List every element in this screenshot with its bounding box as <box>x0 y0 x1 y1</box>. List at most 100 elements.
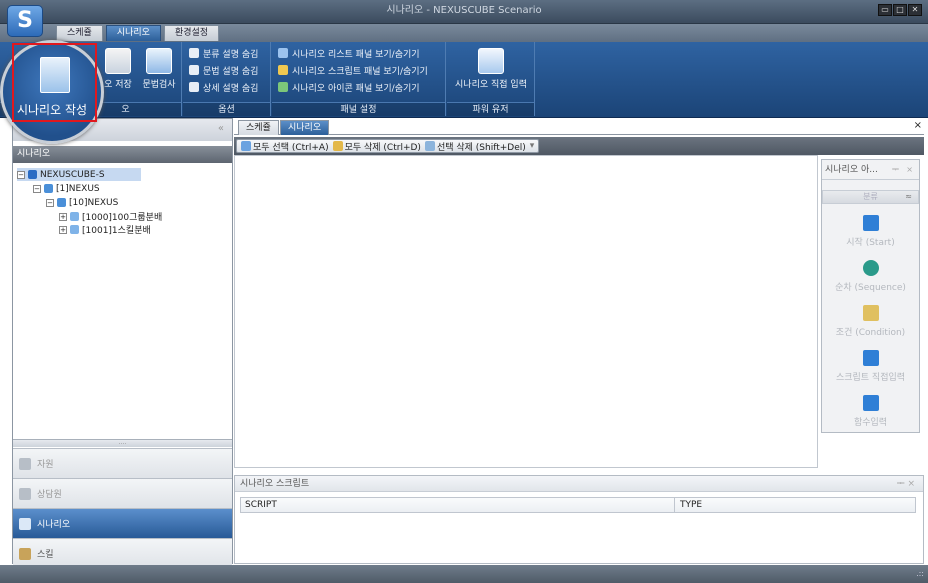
hide-detail-desc-option[interactable]: 상세 설명 숨김 <box>189 80 258 94</box>
toggle-script-panel-button[interactable]: 시나리오 스크립트 패널 보기/숨기기 <box>278 63 428 77</box>
nav-skills[interactable]: 스킬 <box>13 538 232 568</box>
script-panel-title-text: 시나리오 스크립트 <box>240 479 310 489</box>
save-icon <box>105 48 131 74</box>
select-all-button[interactable]: 모두 선택 (Ctrl+A) <box>241 140 329 153</box>
delete-selected-label: 선택 삭제 (Shift+Del) <box>436 142 526 153</box>
script-input-icon <box>862 350 879 366</box>
nav-label: 자원 <box>37 460 54 470</box>
palette-item-label: 순차 (Sequence) <box>835 283 906 293</box>
direct-input-button[interactable]: 시나리오 직접 입력 <box>449 48 533 90</box>
delete-selected-button[interactable]: 선택 삭제 (Shift+Del) <box>424 140 526 153</box>
script-panel-controls[interactable]: ᆍ × <box>896 476 915 492</box>
tree-node-skill-dist[interactable]: + [1001]1스킬분배 <box>59 223 151 236</box>
maximize-button[interactable]: □ <box>893 4 907 16</box>
scenario-script-panel: 시나리오 스크립트 ᆍ × SCRIPT TYPE <box>234 475 924 564</box>
nav-agents[interactable]: 상담원 <box>13 478 232 508</box>
save-scenario-button[interactable]: 오 저장 <box>98 48 138 90</box>
close-button[interactable]: ✕ <box>908 4 922 16</box>
syntax-check-label: 문법검사 <box>142 80 176 90</box>
palette-item-start[interactable]: 시작 (Start) <box>822 215 919 248</box>
tree-node-group-dist[interactable]: + [1000]100그룹분배 <box>59 210 162 223</box>
option-label: 상세 설명 숨김 <box>203 83 259 94</box>
tree-toggle[interactable]: − <box>33 184 41 193</box>
delete-all-label: 모두 삭제 (Ctrl+D) <box>344 142 421 153</box>
collapse-icon[interactable]: ≈ <box>905 191 912 203</box>
palette-item-function-input[interactable]: 함수입력 <box>822 395 919 428</box>
option-label: 문법 설명 숨김 <box>203 66 259 77</box>
panel-splitter[interactable]: .... <box>13 439 232 447</box>
tree-toggle[interactable]: − <box>46 198 54 207</box>
palette-item-script-input[interactable]: 스크립트 직접입력 <box>822 350 919 383</box>
delete-all-button[interactable]: 모두 삭제 (Ctrl+D) <box>332 140 421 153</box>
tree-node-nexus[interactable]: − [1]NEXUS <box>33 182 100 195</box>
left-panel-title: 시나리오 <box>13 146 232 163</box>
hide-category-desc-option[interactable]: 분류 설명 숨김 <box>189 46 258 60</box>
condition-icon <box>862 305 879 321</box>
folder-icon <box>44 184 53 193</box>
syntax-check-button[interactable]: 문법검사 <box>138 48 180 90</box>
scenario-canvas[interactable] <box>234 155 818 468</box>
tree-node-nexus-10[interactable]: − [10]NEXUS <box>46 196 118 209</box>
close-document-button[interactable]: × <box>914 120 922 131</box>
menu-tabs: 스케쥴 시나리오 환경설정 <box>56 25 220 41</box>
direct-input-icon <box>478 48 504 74</box>
tab-scenario[interactable]: 시나리오 <box>105 25 161 41</box>
scenario-list-panel: « 시나리오 − NEXUSCUBE-S − [1]NEXUS − [10]NE… <box>12 118 233 568</box>
palette-item-sequence[interactable]: 순차 (Sequence) <box>822 260 919 293</box>
scenario-icon <box>19 517 31 530</box>
list-panel-icon <box>278 48 288 58</box>
window-controls: ▭ □ ✕ <box>878 4 922 18</box>
tab-settings[interactable]: 환경설정 <box>163 25 220 41</box>
option-label: 분류 설명 숨김 <box>203 49 259 60</box>
toggle-icon-panel-button[interactable]: 시나리오 아이콘 패널 보기/숨기기 <box>278 80 420 94</box>
status-bar: .:: <box>0 565 928 583</box>
option-icon <box>189 48 199 58</box>
close-palette-button[interactable]: × <box>906 160 913 180</box>
collapse-panel-button[interactable]: « <box>218 123 224 134</box>
palette-item-label: 조건 (Condition) <box>835 328 906 338</box>
scenario-icon-palette: 시나리오 아... ᆍ × 분류 ≈ 시작 (Start) 순차 (Sequen… <box>821 159 920 433</box>
palette-item-label: 스크립트 직접입력 <box>835 373 906 383</box>
scenario-file-icon <box>70 225 79 234</box>
column-header-type[interactable]: TYPE <box>676 498 702 512</box>
ribbon-group-options-label: 옵션 <box>183 102 270 116</box>
select-all-icon <box>241 141 251 151</box>
option-icon <box>189 82 199 92</box>
palette-title: 시나리오 아... <box>825 165 878 175</box>
hide-syntax-desc-option[interactable]: 문법 설명 숨김 <box>189 63 258 77</box>
save-scenario-label: 오 저장 <box>104 80 132 90</box>
panel-option-label: 시나리오 아이콘 패널 보기/숨기기 <box>292 83 420 94</box>
window-title: 시나리오 - NEXUSCUBE Scenario <box>386 5 542 16</box>
tree-node-label: NEXUSCUBE-S <box>40 169 105 180</box>
tree-toggle[interactable]: + <box>59 212 67 221</box>
minimize-button[interactable]: ▭ <box>878 4 892 16</box>
tree-node-label: [1]NEXUS <box>56 183 100 194</box>
nav-scenario[interactable]: 시나리오 <box>13 508 232 538</box>
tree-toggle[interactable]: − <box>17 170 25 179</box>
nav-label: 시나리오 <box>37 520 71 530</box>
write-scenario-button[interactable] <box>12 43 97 122</box>
tree-node-label: [10]NEXUS <box>69 197 119 208</box>
resize-grip[interactable]: .:: <box>916 569 924 578</box>
palette-item-condition[interactable]: 조건 (Condition) <box>822 305 919 338</box>
category-label: 분류 <box>863 192 878 201</box>
palette-category-header[interactable]: 분류 ≈ <box>822 190 919 204</box>
column-header-script[interactable]: SCRIPT <box>241 498 675 512</box>
panel-option-label: 시나리오 스크립트 패널 보기/숨기기 <box>292 66 428 77</box>
tab-schedule[interactable]: 스케쥴 <box>56 25 103 41</box>
ribbon-group-panels: 시나리오 리스트 패널 보기/숨기기 시나리오 스크립트 패널 보기/숨기기 시… <box>272 42 446 116</box>
tree-node-root[interactable]: − NEXUSCUBE-S <box>17 168 141 181</box>
nav-resources[interactable]: 자원 <box>13 448 232 478</box>
toggle-list-panel-button[interactable]: 시나리오 리스트 패널 보기/숨기기 <box>278 46 420 60</box>
doc-tab-scenario[interactable]: 시나리오 <box>280 120 330 135</box>
icon-panel-icon <box>278 82 288 92</box>
start-icon <box>862 215 879 231</box>
toolbar-overflow-button[interactable]: ▾ <box>530 141 535 151</box>
ribbon-group-options: 분류 설명 숨김 문법 설명 숨김 상세 설명 숨김 옵션 <box>183 42 271 116</box>
pin-icon[interactable]: ᆍ <box>892 160 899 180</box>
tree-toggle[interactable]: + <box>59 225 67 234</box>
app-logo[interactable]: S <box>7 5 43 37</box>
syntax-check-icon <box>146 48 172 74</box>
doc-tab-schedule[interactable]: 스케쥴 <box>238 120 279 135</box>
ribbon-group-panels-label: 패널 설정 <box>272 102 445 116</box>
